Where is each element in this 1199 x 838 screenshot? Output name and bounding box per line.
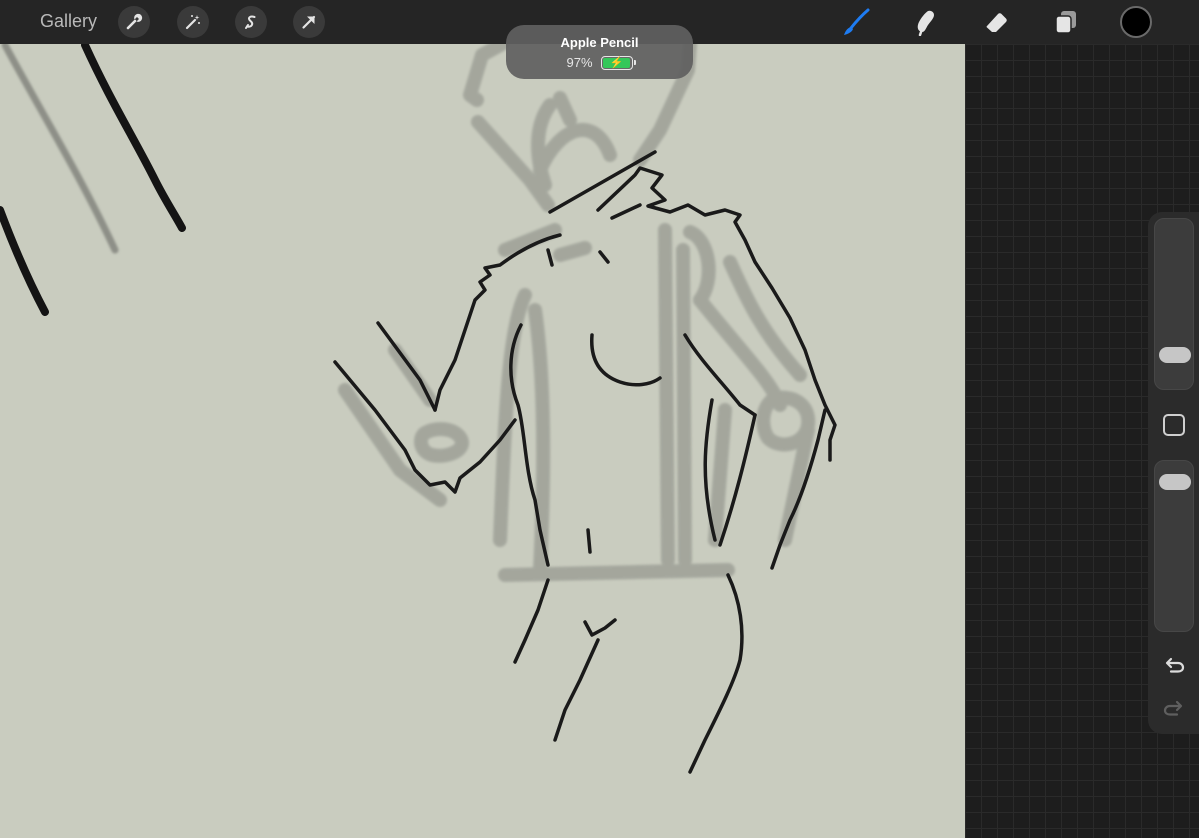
transform-icon xyxy=(302,15,316,29)
brush-tool-button[interactable] xyxy=(840,6,872,38)
layers-button[interactable] xyxy=(1050,6,1082,38)
layers-icon xyxy=(1055,11,1076,34)
charging-bolt-icon: ⚡ xyxy=(609,56,624,69)
wrench-icon xyxy=(126,13,143,30)
pencil-battery-toast: Apple Pencil 97% ⚡ xyxy=(506,25,693,79)
magic-wand-icon xyxy=(185,15,200,30)
procreate-app: Gallery Apple Pencil 97% ⚡ xyxy=(0,0,1199,838)
undo-icon xyxy=(1165,657,1185,673)
eraser-tool-button[interactable] xyxy=(981,6,1013,38)
modify-button[interactable] xyxy=(1163,414,1185,436)
selection-icon xyxy=(245,15,256,29)
adjustments-button[interactable] xyxy=(177,6,209,38)
transform-button[interactable] xyxy=(293,6,325,38)
brush-size-slider[interactable] xyxy=(1154,218,1194,390)
toast-title: Apple Pencil xyxy=(560,35,639,50)
opacity-slider[interactable] xyxy=(1154,460,1194,632)
opacity-thumb[interactable] xyxy=(1159,474,1191,491)
redo-button[interactable] xyxy=(1161,697,1187,719)
color-picker-button[interactable] xyxy=(1120,6,1152,38)
battery-icon: ⚡ xyxy=(600,55,636,70)
drawing-canvas[interactable] xyxy=(0,44,965,838)
smudge-icon xyxy=(917,10,934,36)
eraser-icon xyxy=(986,13,1007,32)
actions-button[interactable] xyxy=(118,6,150,38)
smudge-tool-button[interactable] xyxy=(909,6,941,38)
undo-button[interactable] xyxy=(1161,654,1187,676)
battery-percent: 97% xyxy=(566,55,593,70)
battery-tip xyxy=(633,59,636,65)
brush-size-thumb[interactable] xyxy=(1159,347,1191,364)
sketch-artwork xyxy=(0,44,837,774)
redo-icon xyxy=(1163,700,1183,716)
battery-row: 97% ⚡ xyxy=(506,55,693,70)
selection-button[interactable] xyxy=(235,6,267,38)
gallery-button[interactable]: Gallery xyxy=(40,11,97,32)
brush-icon xyxy=(844,8,870,35)
sidebar xyxy=(1148,212,1199,734)
